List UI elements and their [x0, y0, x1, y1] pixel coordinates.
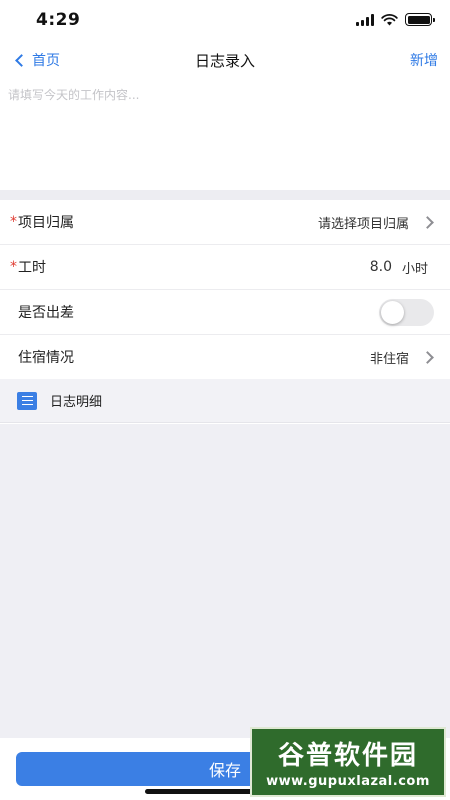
- wifi-icon: [381, 13, 398, 25]
- hours-unit: 小时: [401, 261, 428, 277]
- navigation-bar: 首页 日志录入 新增: [0, 42, 450, 78]
- watermark-logo: 谷普软件园 www.gupuxlazal.com: [250, 727, 446, 797]
- toggle-knob: [381, 300, 404, 324]
- form-list: * 项目归属 请选择项目归属 * 工时 8.0 小时 是否出差 住宿情况 非住宿: [0, 200, 450, 380]
- hours-input[interactable]: 8.0: [370, 259, 392, 275]
- chevron-right-icon: [421, 350, 434, 364]
- project-label: 项目归属: [18, 215, 74, 231]
- business-trip-row: 是否出差: [0, 290, 450, 335]
- list-icon: [17, 391, 37, 410]
- hours-row: * 工时 8.0 小时: [0, 245, 450, 290]
- status-time: 4:29: [36, 10, 81, 30]
- required-mark: *: [10, 259, 17, 275]
- work-content-area: [0, 78, 450, 190]
- page-title: 日志录入: [194, 52, 255, 70]
- project-value: 请选择项目归属: [317, 216, 409, 232]
- watermark-title: 谷普软件园: [277, 741, 418, 771]
- section-title: 日志明细: [50, 395, 103, 410]
- business-trip-toggle[interactable]: [379, 298, 434, 326]
- status-bar: 4:29: [0, 0, 450, 42]
- log-details-header: 日志明细: [0, 379, 450, 423]
- work-content-input[interactable]: [0, 78, 450, 190]
- watermark-url: www.gupuxlazal.com: [266, 774, 430, 789]
- add-button[interactable]: 新增: [410, 50, 438, 70]
- battery-icon: [405, 13, 435, 26]
- chevron-right-icon: [421, 215, 434, 229]
- lodging-row[interactable]: 住宿情况 非住宿: [0, 335, 450, 380]
- required-mark: *: [10, 214, 17, 230]
- section-divider: [0, 190, 450, 200]
- business-trip-label: 是否出差: [18, 305, 74, 321]
- hours-label: 工时: [18, 260, 46, 276]
- log-details-area: [0, 424, 450, 738]
- save-label: 保存: [208, 761, 241, 780]
- cellular-signal-icon: [356, 13, 374, 26]
- lodging-value: 非住宿: [369, 351, 409, 367]
- status-icons: [356, 13, 435, 26]
- project-row[interactable]: * 项目归属 请选择项目归属: [0, 200, 450, 245]
- lodging-label: 住宿情况: [18, 350, 74, 366]
